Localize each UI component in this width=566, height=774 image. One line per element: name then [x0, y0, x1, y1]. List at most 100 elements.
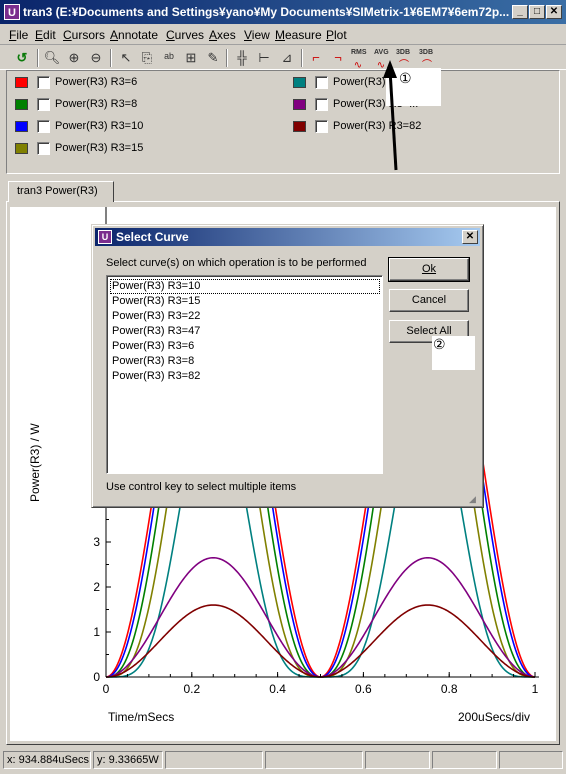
list-item[interactable]: Power(R3) R3=8 — [110, 354, 380, 369]
legend-checkbox[interactable] — [37, 76, 50, 89]
legend-label: Power(R3) R3=15 — [55, 142, 144, 154]
menu-axes[interactable]: Axes — [209, 28, 236, 42]
y-axis-label: Power(R3) / W — [28, 423, 42, 502]
list-item[interactable]: Power(R3) R3=82 — [110, 369, 380, 384]
window-title: tran3 (E:¥Documents and Settings¥yano¥My… — [23, 5, 510, 19]
maximize-button[interactable]: □ — [529, 5, 545, 19]
edit-pen-icon[interactable]: ✎ — [203, 48, 223, 68]
annotation-two: ② — [432, 336, 475, 370]
toolbar-separator — [37, 49, 39, 67]
legend-checkbox[interactable] — [315, 120, 328, 133]
dialog-title-bar[interactable]: U Select Curve ✕ — [95, 228, 480, 246]
list-item[interactable]: Power(R3) R3=10 — [110, 279, 380, 294]
3db-alt-button[interactable]: 3DB — [419, 49, 433, 56]
minimize-button[interactable]: _ — [512, 5, 528, 19]
y-tick-label: 2 — [93, 580, 100, 594]
y-tick-label: 0 — [93, 670, 100, 684]
rms-button[interactable]: RMS — [351, 49, 367, 56]
color-swatch — [15, 121, 28, 132]
status-field — [432, 751, 497, 769]
status-field — [165, 751, 263, 769]
color-swatch — [293, 121, 306, 132]
status-field — [499, 751, 563, 769]
simetrix-icon[interactable]: U — [4, 4, 20, 20]
cancel-button[interactable]: Cancel — [389, 289, 469, 312]
curve-listbox[interactable]: Power(R3) R3=10 Power(R3) R3=15 Power(R3… — [106, 275, 383, 474]
menu-edit[interactable]: Edit — [35, 28, 56, 42]
x-tick-label: 0.4 — [269, 682, 286, 696]
menu-bar: File Edit Cursors Annotate Curves Axes V… — [0, 24, 566, 45]
status-field — [265, 751, 363, 769]
tab-tran3-power[interactable]: tran3 Power(R3) — [8, 181, 114, 202]
color-swatch — [15, 143, 28, 154]
zoom-out-icon[interactable]: ⊖ — [86, 48, 106, 68]
annotation-arrow — [383, 60, 398, 171]
toolbar-separator — [110, 49, 112, 67]
color-swatch — [293, 77, 306, 88]
legend-label: Power(R3) R3=10 — [55, 120, 144, 132]
x-tick-label: 0 — [103, 682, 110, 696]
legend-panel: Power(R3) R3=6 Power(R3) R3=8 Power(R3) … — [6, 70, 560, 174]
list-item[interactable]: Power(R3) R3=6 — [110, 339, 380, 354]
list-item[interactable]: Power(R3) R3=22 — [110, 309, 380, 324]
new-curve-icon[interactable]: ⎘ — [137, 48, 157, 68]
color-swatch — [15, 99, 28, 110]
menu-measure[interactable]: Measure — [275, 28, 322, 42]
dialog-hint: Use control key to select multiple items — [106, 481, 297, 493]
chart-icon[interactable]: ⊿ — [277, 48, 297, 68]
zoom-in-icon[interactable]: ⊕ — [64, 48, 84, 68]
status-bar: x: 934.884uSecs y: 9.33665W — [0, 748, 566, 774]
cursor-grid-icon[interactable]: ⊢ — [254, 48, 274, 68]
resize-grip-icon[interactable]: ◢ — [469, 493, 481, 505]
zoom-icon[interactable]: 🔍︎ — [42, 48, 62, 68]
x-axis-label: Time/mSecs — [108, 710, 174, 724]
select-curve-dialog: U Select Curve ✕ Select curve(s) on whic… — [91, 224, 484, 508]
dialog-title: Select Curve — [116, 230, 189, 244]
ok-button[interactable]: Ok — [388, 257, 470, 282]
status-field — [365, 751, 430, 769]
toolbar-separator — [226, 49, 228, 67]
toolbar: ↺ 🔍︎ ⊕ ⊖ ↖ ⎘ ᵃᵇ ⊞ ✎ ╬ ⊢ ⊿ ⌐ ¬ RMS AVG ∿ … — [0, 46, 566, 71]
x-tick-label: 0.8 — [441, 682, 458, 696]
legend-checkbox[interactable] — [37, 142, 50, 155]
menu-cursors[interactable]: Cursors — [63, 28, 105, 42]
menu-file[interactable]: File — [9, 28, 28, 42]
undo-icon[interactable]: ↺ — [12, 48, 32, 68]
color-swatch — [293, 99, 306, 110]
dialog-app-icon: U — [98, 230, 112, 244]
fall-wave-icon[interactable]: ¬ — [328, 48, 348, 68]
series-line — [105, 556, 536, 678]
grid-icon[interactable]: ╬ — [232, 48, 252, 68]
legend-checkbox[interactable] — [37, 98, 50, 111]
list-item[interactable]: Power(R3) R3=47 — [110, 324, 380, 339]
status-x: x: 934.884uSecs — [3, 751, 91, 769]
x-tick-label: 1 — [532, 682, 539, 696]
menu-curves[interactable]: Curves — [166, 28, 204, 42]
legend-checkbox[interactable] — [315, 76, 328, 89]
x-tick-label: 0.6 — [355, 682, 372, 696]
list-item[interactable]: Power(R3) R3=15 — [110, 294, 380, 309]
x-division-label: 200uSecs/div — [458, 710, 530, 724]
close-button[interactable]: ✕ — [546, 5, 562, 19]
x-tick-label: 0.2 — [183, 682, 200, 696]
legend-label: Power(R3) R3=6 — [55, 76, 138, 88]
label-abc-icon[interactable]: ᵃᵇ — [159, 48, 179, 68]
axis-icon[interactable]: ⊞ — [181, 48, 201, 68]
color-swatch — [15, 77, 28, 88]
dialog-close-button[interactable]: ✕ — [462, 230, 478, 244]
status-y: y: 9.33665W — [93, 751, 163, 769]
select-curve-icon[interactable]: ↖ — [116, 48, 136, 68]
menu-plot[interactable]: Plot — [326, 28, 347, 42]
legend-checkbox[interactable] — [315, 98, 328, 111]
series-line — [105, 604, 536, 678]
toolbar-separator — [301, 49, 303, 67]
menu-annotate[interactable]: Annotate — [110, 28, 158, 42]
3db-button[interactable]: 3DB — [396, 49, 410, 56]
y-tick-label: 3 — [93, 535, 100, 549]
rise-wave-icon[interactable]: ⌐ — [306, 48, 326, 68]
menu-view[interactable]: View — [244, 28, 270, 42]
legend-checkbox[interactable] — [37, 120, 50, 133]
avg-button[interactable]: AVG — [374, 49, 389, 56]
title-bar[interactable]: U tran3 (E:¥Documents and Settings¥yano¥… — [0, 0, 566, 24]
legend-label: Power(R3) R3=8 — [55, 98, 138, 110]
